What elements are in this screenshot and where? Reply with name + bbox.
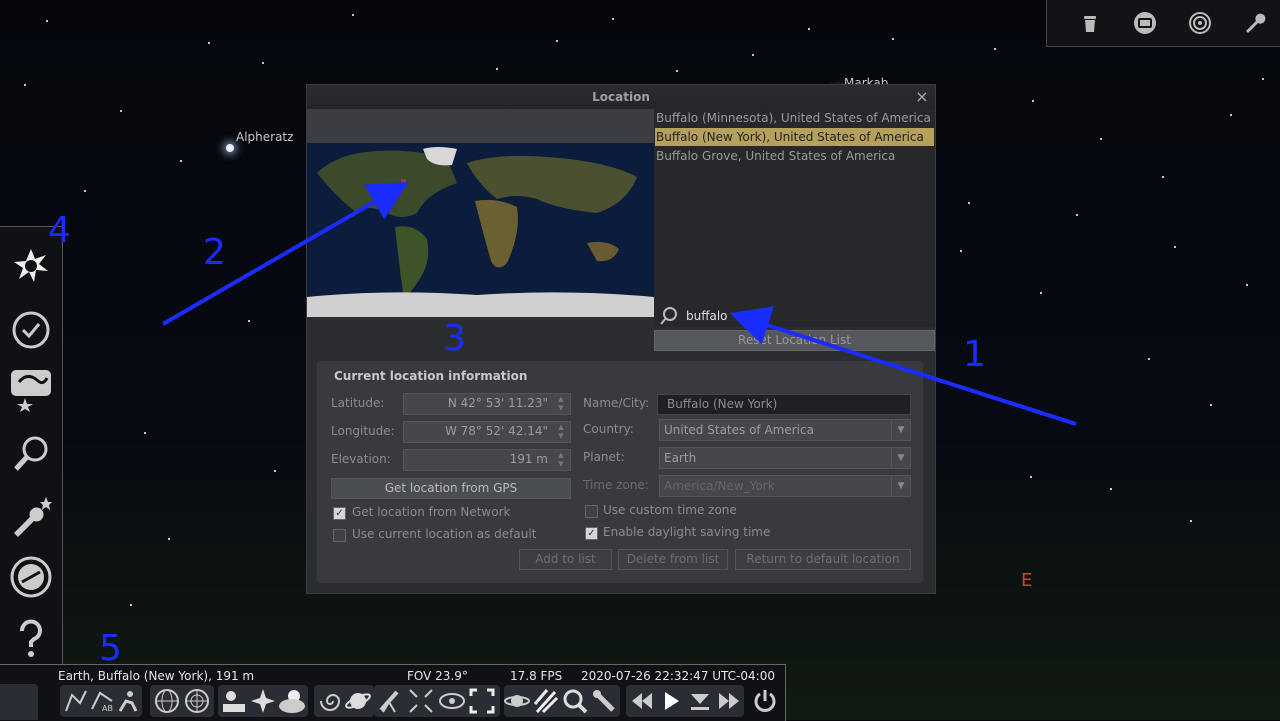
annotation-3: 3 bbox=[443, 318, 466, 359]
annotation-5: 5 bbox=[99, 628, 122, 669]
annotation-2: 2 bbox=[203, 232, 226, 273]
annotation-arrows bbox=[161, 181, 1077, 426]
annotation-1: 1 bbox=[963, 334, 986, 375]
annotation-4: 4 bbox=[48, 210, 71, 251]
